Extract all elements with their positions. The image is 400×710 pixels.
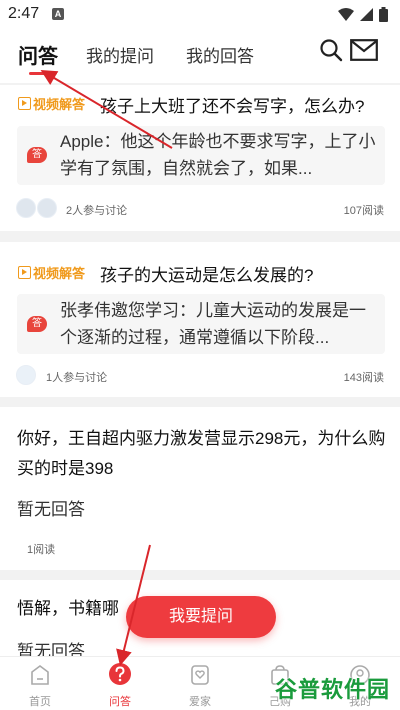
question-title[interactable]: 孩子上大班了还不会写字，怎么办?	[100, 92, 364, 117]
video-icon	[18, 97, 31, 110]
status-time: 2:47	[8, 5, 40, 22]
participants-count: 1人参与讨论	[46, 372, 108, 384]
nav-label: 爱家	[189, 696, 211, 708]
nav-qa[interactable]: 问答	[80, 657, 160, 710]
wifi-icon	[338, 8, 354, 21]
battery-icon	[379, 7, 388, 22]
ask-question-button[interactable]: 我要提问	[126, 596, 276, 638]
search-icon[interactable]	[319, 38, 343, 62]
answer-preview[interactable]: 答 Apple：他这个年龄也不要求写字，上了小学有了氛围，自然就会了，如果...	[17, 126, 385, 185]
avatar	[16, 198, 36, 218]
mail-icon[interactable]	[350, 39, 378, 61]
top-nav: 问答 我的提问 我的回答	[0, 28, 400, 83]
question-card[interactable]: 视频解答 孩子上大班了还不会写字，怎么办? 答 Apple：他这个年龄也不要求写…	[0, 85, 400, 231]
status-icons	[338, 7, 388, 22]
participants-count: 2人参与讨论	[66, 205, 128, 217]
read-count: 1阅读	[27, 544, 56, 556]
video-answer-badge: 视频解答	[18, 263, 85, 282]
nav-label: 首页	[29, 696, 51, 708]
watermark: 谷普软件园	[275, 677, 391, 702]
question-title[interactable]: 你好，王自超内驱力激发营显示298元，为什么购买的时是398	[17, 424, 387, 484]
answer-text: 张孝伟邀您学习：儿童大运动的发展是一个逐渐的过程，通常遵循以下阶段...	[60, 301, 366, 347]
nav-home[interactable]: 首页	[0, 657, 80, 710]
answer-text: Apple：他这个年龄也不要求写字，上了小学有了氛围，自然就会了，如果...	[60, 132, 376, 178]
badge-label: 视频解答	[33, 266, 86, 281]
video-icon	[18, 266, 31, 279]
answer-icon: 答	[27, 316, 47, 332]
signal-icon	[360, 8, 373, 21]
question-card[interactable]: 视频解答 孩子的大运动是怎么发展的? 答 张孝伟邀您学习：儿童大运动的发展是一个…	[0, 242, 400, 397]
notification-a-icon: A	[52, 8, 64, 20]
read-count: 107阅读	[343, 205, 384, 217]
read-count: 143阅读	[343, 372, 384, 384]
home-icon	[31, 665, 49, 685]
question-card[interactable]: 你好，王自超内驱力激发营显示298元，为什么购买的时是398 暂无回答 1阅读	[0, 407, 400, 570]
question-title[interactable]: 孩子的大运动是怎么发展的?	[100, 261, 313, 286]
avatar	[37, 198, 57, 218]
avatar	[16, 365, 36, 385]
tab-qa[interactable]: 问答	[18, 40, 58, 69]
video-answer-badge: 视频解答	[18, 94, 85, 113]
tab-my-questions[interactable]: 我的提问	[86, 42, 154, 67]
nav-label: 问答	[109, 696, 131, 708]
tab-my-answers[interactable]: 我的回答	[186, 42, 254, 67]
answer-preview[interactable]: 答 张孝伟邀您学习：儿童大运动的发展是一个逐渐的过程，通常遵循以下阶段...	[17, 294, 385, 354]
status-bar: 2:47 A	[0, 0, 400, 28]
badge-label: 视频解答	[33, 97, 86, 112]
no-answer-status: 暂无回答	[17, 500, 85, 519]
nav-family[interactable]: 爱家	[160, 657, 240, 710]
question-icon	[109, 663, 131, 685]
answer-icon: 答	[27, 147, 47, 163]
heart-icon	[191, 665, 209, 685]
active-tab-indicator	[29, 72, 49, 75]
